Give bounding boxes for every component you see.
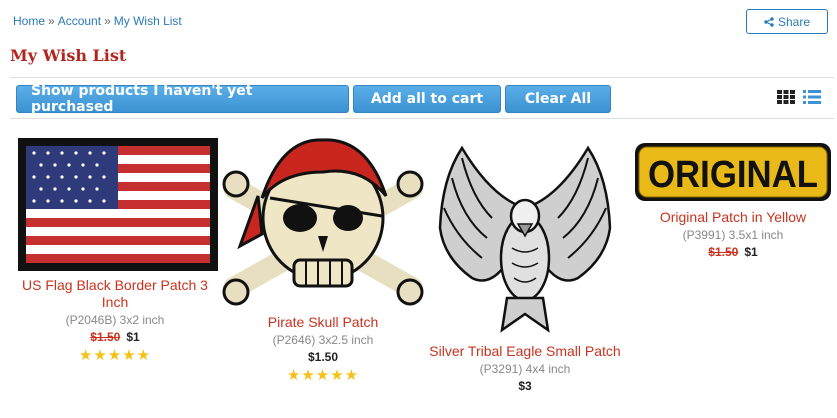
share-button[interactable]: Share	[746, 9, 828, 34]
product-price: $1.50	[222, 350, 424, 364]
product-card: Pirate Skull Patch (P2646) 3x2.5 inch $1…	[222, 314, 424, 384]
patch-text: ORIGINAL	[648, 154, 818, 196]
original-patch-image[interactable]: ORIGINAL	[634, 142, 832, 202]
breadcrumb-current[interactable]: My Wish List	[114, 14, 182, 28]
rating-stars: ★★★★★	[286, 367, 360, 384]
product-sku: (P2646) 3x2.5 inch	[272, 333, 374, 347]
list-view-icon[interactable]	[803, 90, 821, 104]
rating-stars: ★★★★★	[78, 347, 152, 364]
clear-all-button[interactable]: Clear All	[505, 85, 611, 113]
view-toggle	[777, 90, 821, 104]
old-price: $1.50	[708, 245, 739, 259]
divider	[10, 118, 834, 119]
product-sku: (P2046B) 3x2 inch	[65, 313, 165, 327]
sale-price: $3	[518, 379, 532, 393]
add-all-to-cart-button[interactable]: Add all to cart	[353, 85, 501, 113]
product-sku: (P3991) 3.5x1 inch	[682, 228, 784, 242]
share-icon	[764, 16, 774, 27]
product-price: $1.50 $1	[634, 245, 832, 259]
breadcrumb-separator: »	[104, 14, 111, 28]
pirate-skull-patch-image[interactable]	[222, 136, 424, 308]
share-label: Share	[777, 14, 811, 29]
breadcrumb: Home» Account» My Wish List	[13, 14, 182, 28]
sale-price: $1.50	[307, 350, 339, 364]
show-unpurchased-button[interactable]: Show products I haven't yet purchased	[16, 83, 349, 115]
grid-view-icon[interactable]	[777, 90, 795, 104]
product-price: $3	[428, 379, 622, 393]
us-flag-patch-image[interactable]	[18, 138, 218, 271]
product-card: Original Patch in Yellow (P3991) 3.5x1 i…	[634, 209, 832, 259]
sale-price: $1	[744, 245, 758, 259]
old-price: $1.50	[90, 330, 121, 344]
product-price: $1.50 $1	[14, 330, 216, 344]
divider	[10, 77, 834, 78]
breadcrumb-home[interactable]: Home	[13, 14, 45, 28]
page-title: My Wish List	[10, 46, 127, 65]
breadcrumb-account[interactable]: Account	[58, 14, 101, 28]
product-card: US Flag Black Border Patch 3 Inch (P2046…	[14, 277, 216, 364]
product-card: Silver Tribal Eagle Small Patch (P3291) …	[428, 343, 622, 393]
breadcrumb-separator: »	[48, 14, 55, 28]
product-name[interactable]: Original Patch in Yellow	[634, 209, 832, 226]
product-name[interactable]: Silver Tribal Eagle Small Patch	[428, 343, 622, 360]
silver-eagle-patch-image[interactable]	[432, 138, 618, 334]
product-name[interactable]: US Flag Black Border Patch 3 Inch	[14, 277, 216, 311]
product-sku: (P3291) 4x4 inch	[479, 362, 571, 376]
sale-price: $1	[126, 330, 140, 344]
wishlist-toolbar: Show products I haven't yet purchased Ad…	[16, 83, 611, 115]
product-name[interactable]: Pirate Skull Patch	[222, 314, 424, 331]
